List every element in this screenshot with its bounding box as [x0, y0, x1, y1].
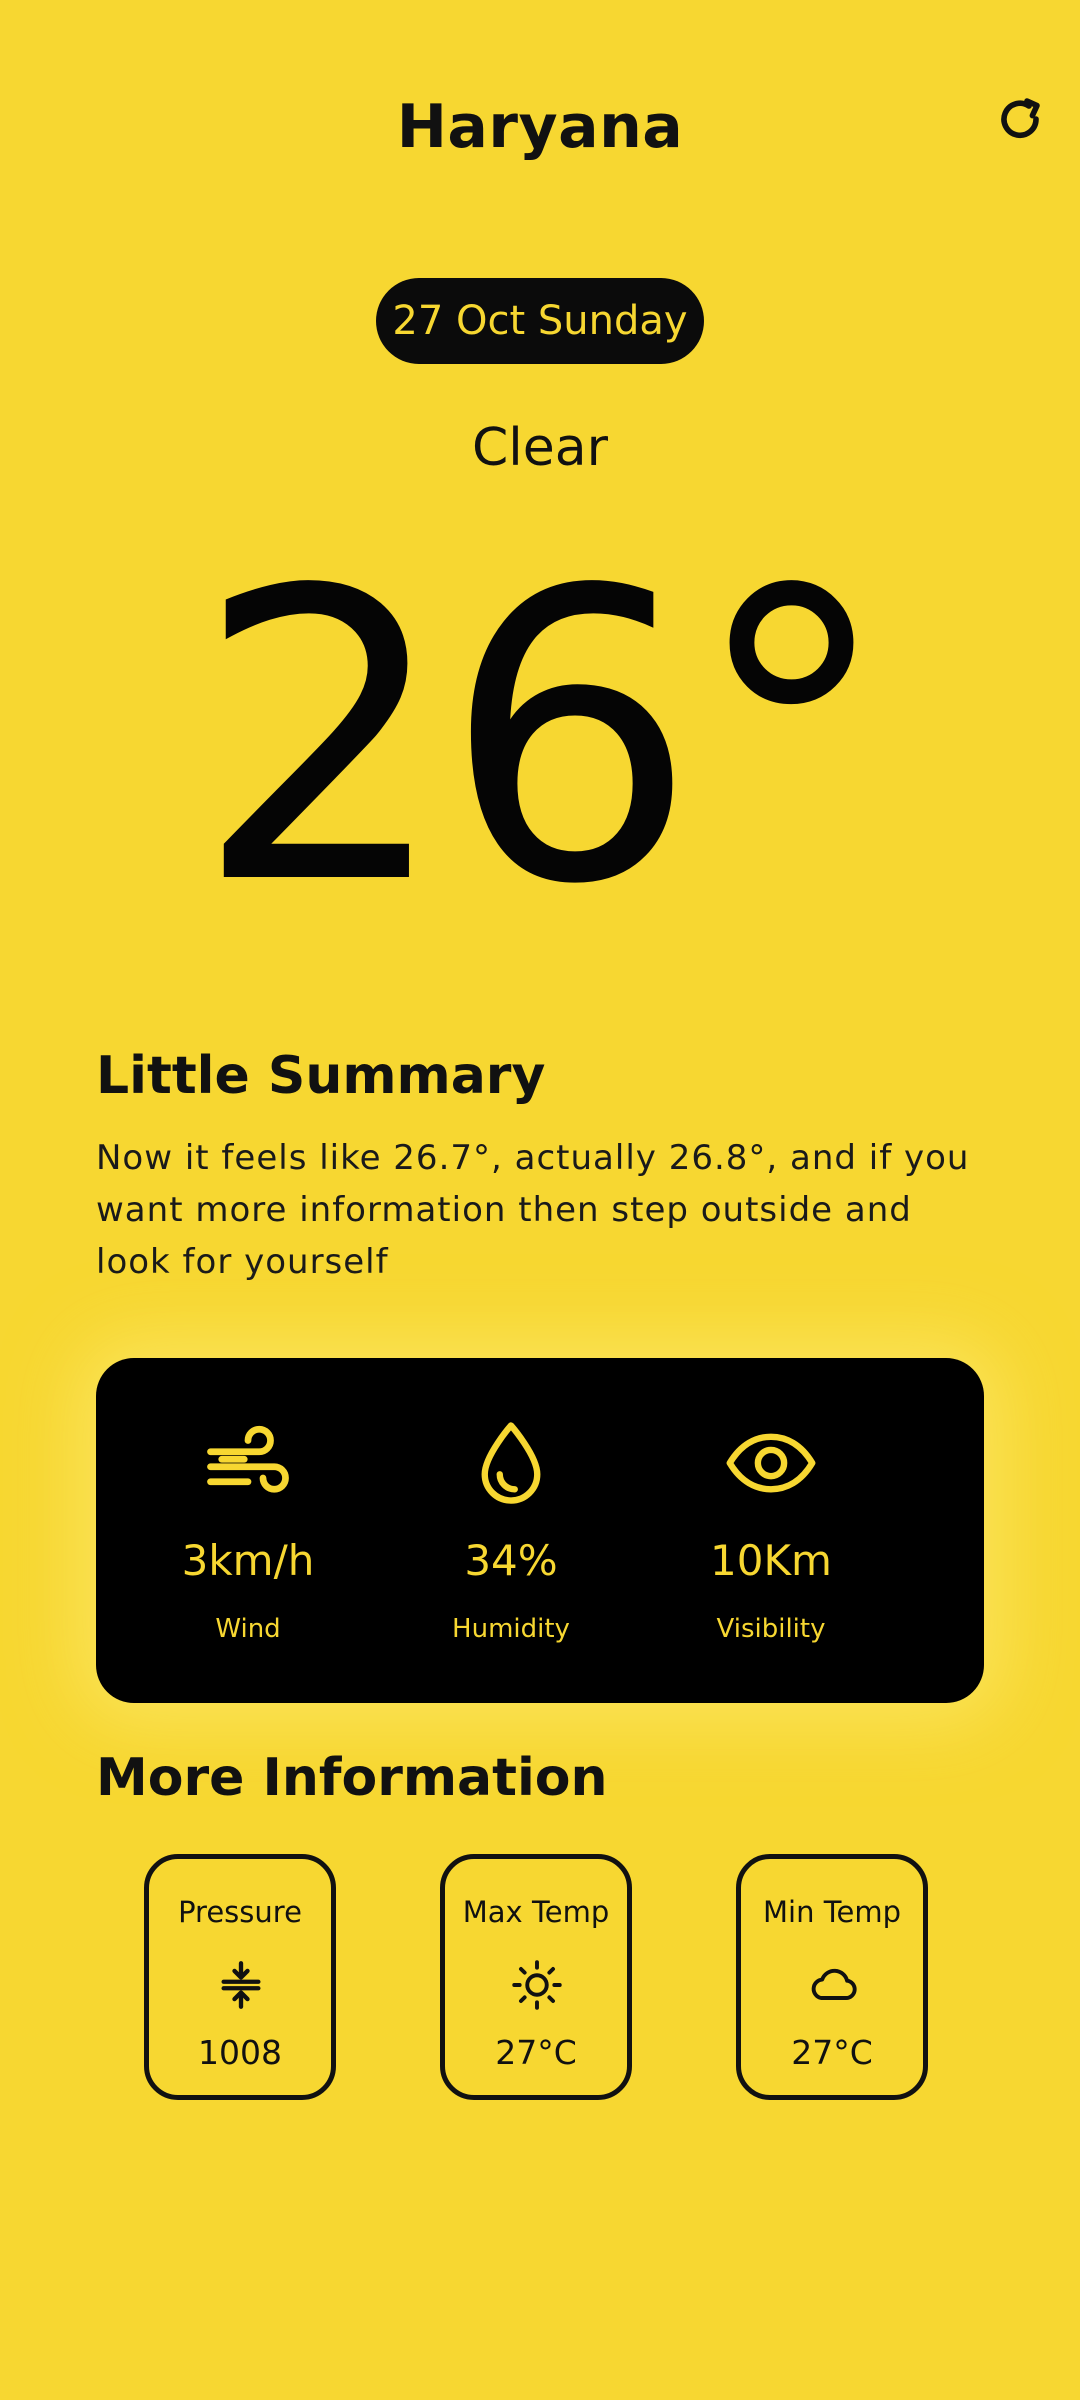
summary-heading: Little Summary: [96, 1046, 546, 1106]
eye-icon: [726, 1433, 816, 1493]
current-temperature: 26°: [194, 507, 892, 972]
pressure-title: Pressure: [178, 1895, 302, 1929]
refresh-button[interactable]: [992, 92, 1048, 148]
sun-icon: [512, 1960, 562, 2010]
more-information-heading: More Information: [96, 1748, 608, 1808]
visibility-label: Visibility: [716, 1614, 826, 1644]
summary-text: Now it feels like 26.7°, actually 26.8°,…: [96, 1138, 970, 1282]
min-temp-value: 27°C: [791, 2033, 873, 2072]
max-temp-card: Max Temp 27°C: [440, 1854, 632, 2100]
header: Haryana: [0, 92, 1080, 162]
humidity-value: 34%: [464, 1536, 558, 1585]
min-temp-title: Min Temp: [763, 1895, 901, 1929]
pressure-card: Pressure 1008: [144, 1854, 336, 2100]
humidity-drop-icon: [481, 1422, 541, 1504]
wind-label: Wind: [215, 1614, 281, 1644]
date-badge: 27 Oct Sunday: [376, 278, 704, 364]
weather-screen: Haryana 27 Oct Sunday Clear 26° Little S…: [0, 0, 1080, 2400]
pressure-value: 1008: [198, 2033, 282, 2072]
refresh-icon: [1001, 98, 1040, 139]
wind-value: 3km/h: [181, 1536, 315, 1585]
humidity-stat: 34% Humidity: [381, 1358, 641, 1703]
city-title: Haryana: [396, 92, 684, 162]
max-temp-value: 27°C: [495, 2033, 577, 2072]
pressure-compress-icon: [221, 1961, 261, 2009]
min-temp-card: Min Temp 27°C: [736, 1854, 928, 2100]
max-temp-title: Max Temp: [462, 1895, 610, 1929]
humidity-label: Humidity: [452, 1614, 570, 1644]
visibility-value: 10Km: [710, 1536, 832, 1585]
wind-stat: 3km/h Wind: [118, 1358, 378, 1703]
visibility-stat: 10Km Visibility: [641, 1358, 901, 1703]
weather-condition: Clear: [472, 418, 608, 478]
stats-card: 3km/h Wind 34% Humidity 10Km Visibility: [96, 1358, 984, 1703]
cloud-icon: [811, 1968, 857, 2000]
wind-icon: [207, 1425, 289, 1493]
